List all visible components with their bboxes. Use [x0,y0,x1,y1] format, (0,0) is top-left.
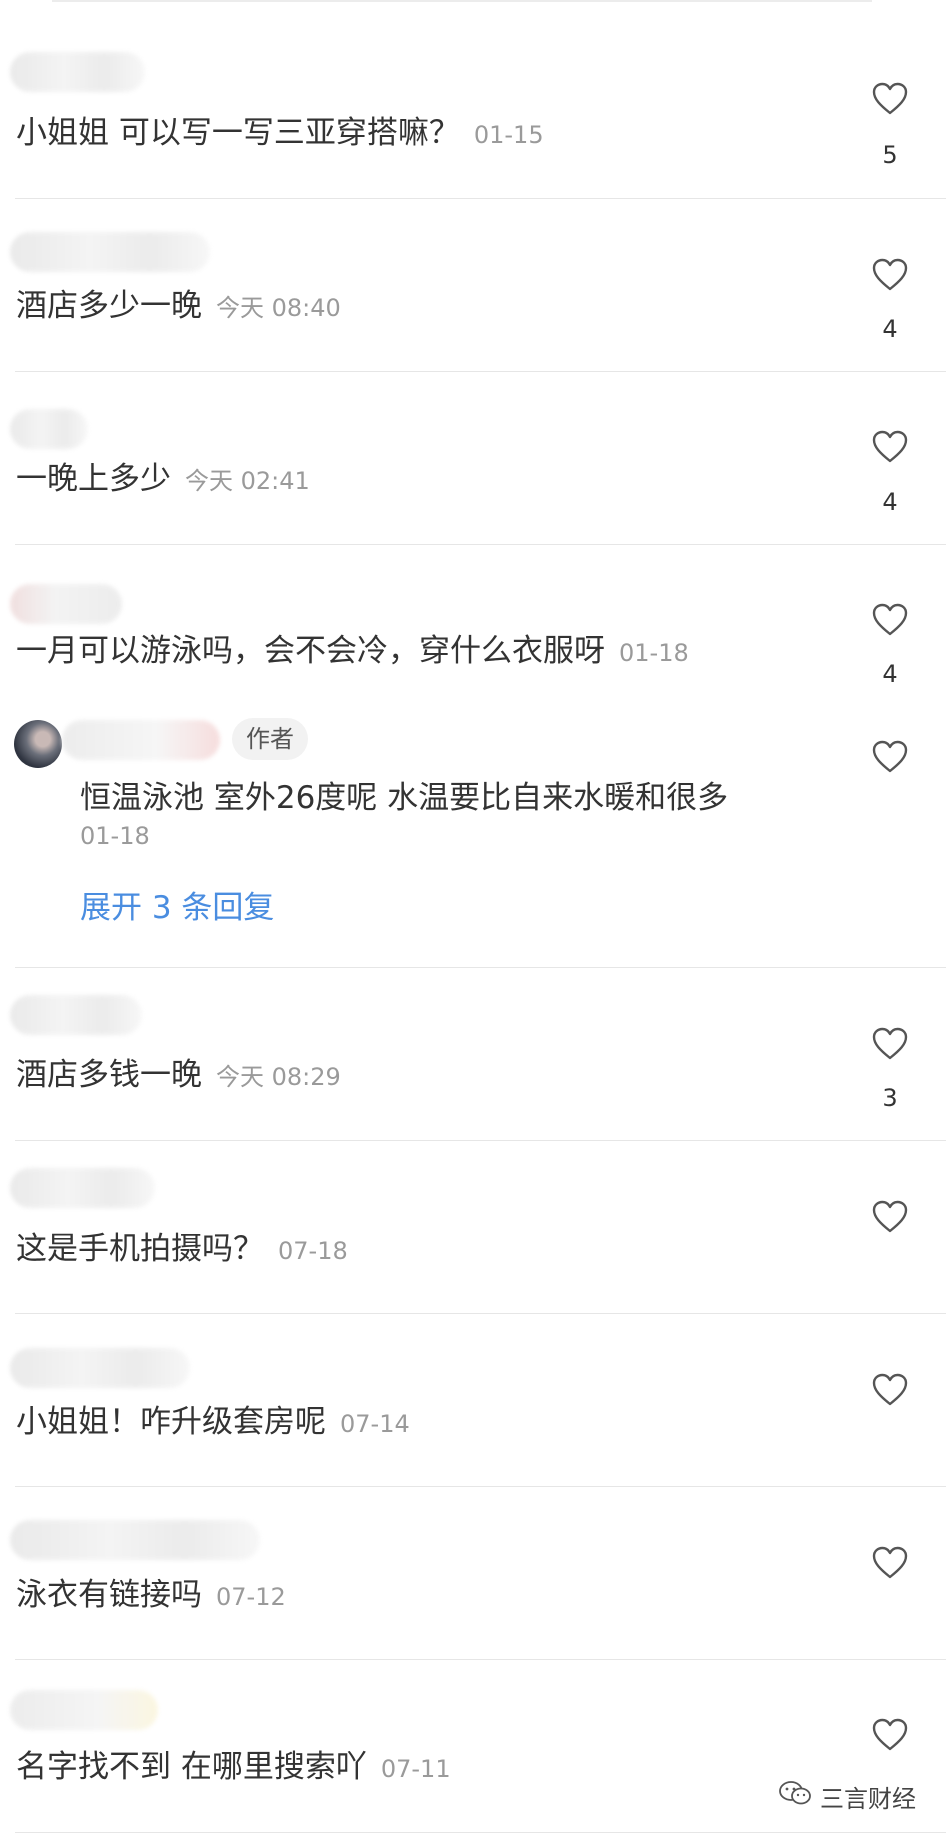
like-heart-icon[interactable] [872,1200,908,1234]
username-blurred[interactable] [10,995,142,1035]
divider [15,198,946,199]
comment-text: 小姐姐 可以写一写三亚穿搭嘛？ [16,115,460,151]
like-heart-icon[interactable] [872,603,908,637]
like-count: 4 [882,315,898,343]
comment-time: 01-15 [473,121,544,149]
comment-time: 07-11 [380,1755,451,1783]
like-count: 4 [882,660,898,688]
divider [15,1832,946,1833]
comment-text: 小姐姐！咋升级套房呢 [16,1404,326,1440]
reply-time: 01-18 [80,822,150,850]
like-count: 3 [882,1084,898,1112]
like-heart-icon[interactable] [872,1546,908,1580]
like-heart-icon[interactable] [872,740,908,774]
comment-time: 07-18 [278,1237,348,1265]
like-heart-icon[interactable] [872,1373,908,1407]
comment-text: 一月可以游泳吗，会不会冷，穿什么衣服呀 [16,633,605,669]
comment-text: 酒店多少一晚 [16,288,202,324]
like-count: 5 [882,141,898,169]
username-blurred[interactable] [10,409,88,449]
author-avatar[interactable] [14,720,62,768]
comment-text: 一晚上多少 [16,461,171,497]
author-badge: 作者 [232,718,308,760]
comment-text: 这是手机拍摄吗？ [16,1231,264,1267]
username-blurred[interactable] [10,232,210,272]
like-heart-icon[interactable] [872,430,908,464]
username-blurred[interactable] [10,1348,190,1388]
username-blurred[interactable] [10,1168,155,1208]
comment-text: 名字找不到 在哪里搜索吖 [16,1749,367,1785]
divider [15,1140,946,1141]
username-blurred[interactable] [10,1690,158,1730]
username-blurred[interactable] [10,584,122,624]
comment-text: 泳衣有链接吗 [16,1577,202,1613]
divider [15,1486,946,1487]
comment-time: 今天 02:41 [185,467,310,495]
username-blurred[interactable] [10,52,145,92]
like-heart-icon[interactable] [872,1027,908,1061]
watermark: 三言财经 [778,1776,916,1816]
like-heart-icon[interactable] [872,258,908,292]
divider [15,1313,946,1314]
expand-replies-link[interactable]: 展开 3 条回复 [80,882,274,927]
comment-time: 01-18 [619,639,689,667]
watermark-text: 三言财经 [820,1784,916,1813]
like-heart-icon[interactable] [872,82,908,116]
username-blurred[interactable] [62,720,220,760]
comment-time: 07-12 [216,1583,286,1611]
divider [15,1659,946,1660]
comment-text: 酒店多钱一晚 [16,1057,202,1093]
comment-time: 07-14 [340,1410,410,1438]
like-heart-icon[interactable] [872,1718,908,1752]
like-count: 4 [882,488,898,516]
comment-time: 今天 08:29 [216,1063,341,1091]
divider [15,544,946,545]
username-blurred[interactable] [10,1520,260,1560]
divider [15,967,946,968]
divider [15,371,946,372]
wechat-icon [778,1780,812,1812]
top-divider [52,0,872,2]
comment-time: 今天 08:40 [216,294,341,322]
reply-text: 恒温泳池 室外26度呢 水温要比自来水暖和很多 [80,780,729,816]
